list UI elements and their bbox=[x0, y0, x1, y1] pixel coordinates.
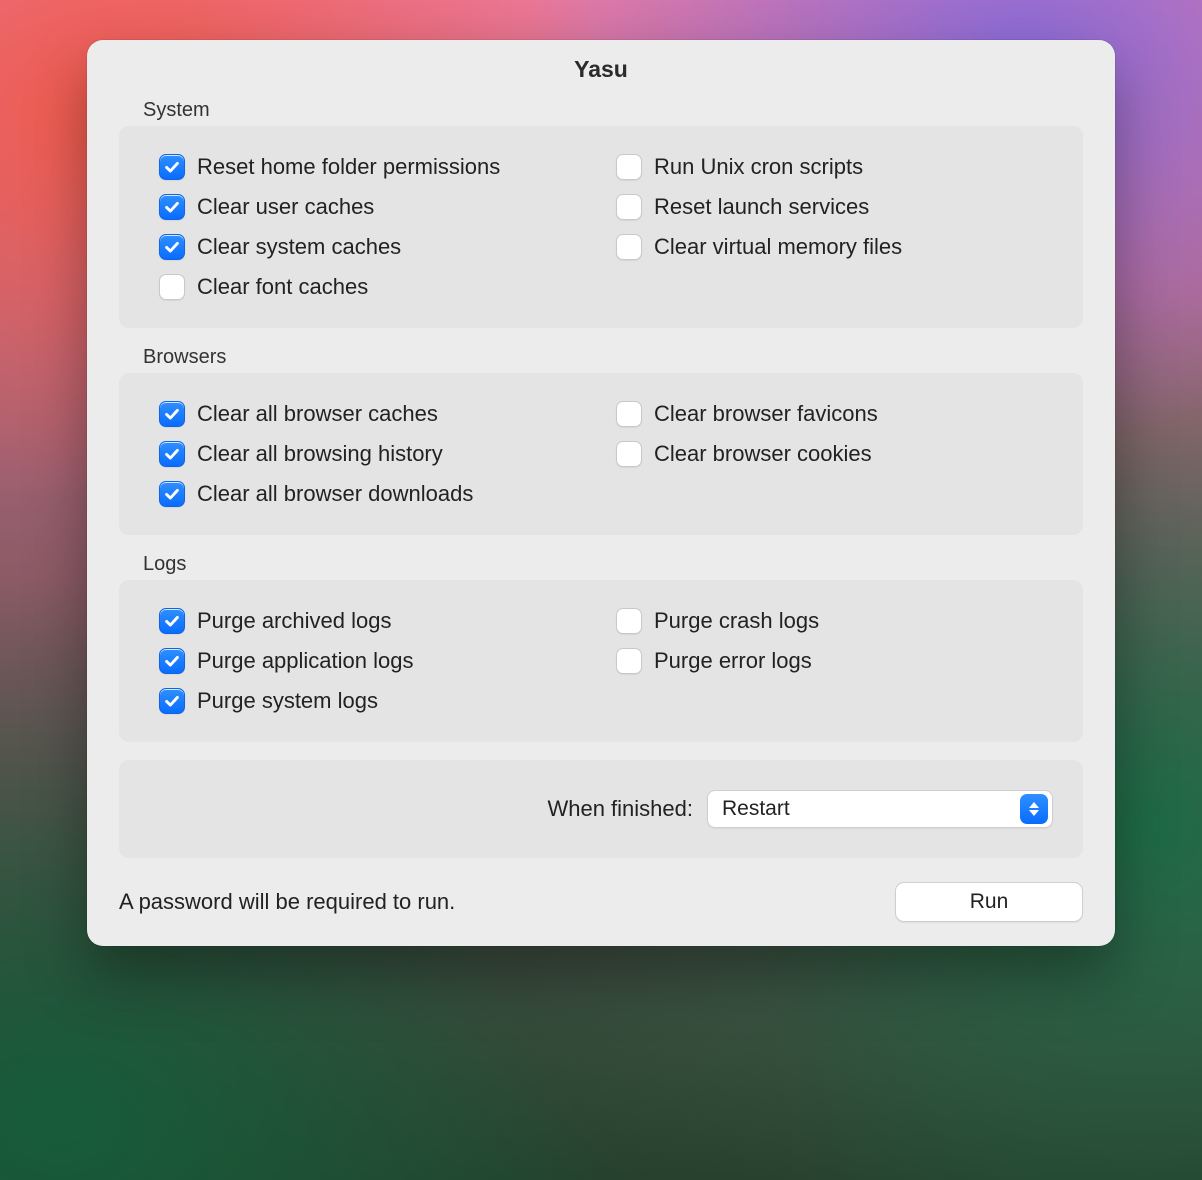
checkbox-row-clear-browser-cookies: Clear browser cookies bbox=[616, 441, 1053, 467]
checkbox-clear-font-caches[interactable] bbox=[159, 274, 185, 300]
checkbox-row-clear-font-caches: Clear font caches bbox=[159, 274, 596, 300]
checkbox-label: Purge system logs bbox=[197, 688, 378, 714]
checkbox-label: Purge archived logs bbox=[197, 608, 391, 634]
checkbox-row-run-unix-cron: Run Unix cron scripts bbox=[616, 154, 1053, 180]
when-finished-label: When finished: bbox=[547, 796, 693, 822]
checkbox-row-reset-launch-services: Reset launch services bbox=[616, 194, 1053, 220]
section-label-system: System bbox=[143, 99, 1115, 122]
checkbox-label: Run Unix cron scripts bbox=[654, 154, 863, 180]
checkbox-label: Reset home folder permissions bbox=[197, 154, 500, 180]
run-button[interactable]: Run bbox=[895, 882, 1083, 922]
checkbox-row-reset-home-perms: Reset home folder permissions bbox=[159, 154, 596, 180]
checkbox-row-purge-crash-logs: Purge crash logs bbox=[616, 608, 1053, 634]
checkbox-row-purge-system-logs: Purge system logs bbox=[159, 688, 596, 714]
checkbox-label: Clear browser cookies bbox=[654, 441, 872, 467]
checkbox-label: Clear virtual memory files bbox=[654, 234, 902, 260]
checkbox-purge-application-logs[interactable] bbox=[159, 648, 185, 674]
checkbox-label: Clear system caches bbox=[197, 234, 401, 260]
checkbox-row-clear-system-caches: Clear system caches bbox=[159, 234, 596, 260]
checkbox-label: Clear all browser downloads bbox=[197, 481, 473, 507]
group-when-finished: When finished: Restart bbox=[119, 760, 1083, 858]
section-label-browsers: Browsers bbox=[143, 346, 1115, 369]
checkbox-label: Clear browser favicons bbox=[654, 401, 878, 427]
when-finished-selected-value: Restart bbox=[722, 797, 790, 821]
checkbox-row-purge-application-logs: Purge application logs bbox=[159, 648, 596, 674]
checkbox-row-clear-browser-favicons: Clear browser favicons bbox=[616, 401, 1053, 427]
footer: A password will be required to run. Run bbox=[119, 882, 1083, 922]
group-browsers: Clear all browser caches Clear all brows… bbox=[119, 373, 1083, 535]
checkbox-purge-system-logs[interactable] bbox=[159, 688, 185, 714]
checkbox-reset-home-perms[interactable] bbox=[159, 154, 185, 180]
checkbox-label: Clear all browsing history bbox=[197, 441, 443, 467]
checkbox-clear-browser-cookies[interactable] bbox=[616, 441, 642, 467]
checkbox-row-clear-user-caches: Clear user caches bbox=[159, 194, 596, 220]
checkbox-purge-error-logs[interactable] bbox=[616, 648, 642, 674]
window-title: Yasu bbox=[87, 40, 1115, 93]
checkbox-label: Clear font caches bbox=[197, 274, 368, 300]
checkbox-purge-archived-logs[interactable] bbox=[159, 608, 185, 634]
checkbox-row-clear-browser-downloads: Clear all browser downloads bbox=[159, 481, 596, 507]
group-system: Reset home folder permissions Clear user… bbox=[119, 126, 1083, 328]
password-note: A password will be required to run. bbox=[119, 889, 455, 915]
checkbox-row-purge-archived-logs: Purge archived logs bbox=[159, 608, 596, 634]
checkbox-reset-launch-services[interactable] bbox=[616, 194, 642, 220]
checkbox-row-purge-error-logs: Purge error logs bbox=[616, 648, 1053, 674]
checkbox-label: Clear all browser caches bbox=[197, 401, 438, 427]
checkbox-clear-system-caches[interactable] bbox=[159, 234, 185, 260]
section-label-logs: Logs bbox=[143, 553, 1115, 576]
checkbox-label: Purge application logs bbox=[197, 648, 413, 674]
select-caret-icon bbox=[1020, 794, 1048, 824]
checkbox-label: Reset launch services bbox=[654, 194, 869, 220]
yasu-window: Yasu System Reset home folder permission… bbox=[87, 40, 1115, 946]
checkbox-label: Purge crash logs bbox=[654, 608, 819, 634]
checkbox-label: Purge error logs bbox=[654, 648, 812, 674]
checkbox-row-clear-browser-caches: Clear all browser caches bbox=[159, 401, 596, 427]
checkbox-row-clear-vm-files: Clear virtual memory files bbox=[616, 234, 1053, 260]
checkbox-clear-user-caches[interactable] bbox=[159, 194, 185, 220]
checkbox-clear-browsing-history[interactable] bbox=[159, 441, 185, 467]
checkbox-clear-browser-downloads[interactable] bbox=[159, 481, 185, 507]
group-logs: Purge archived logs Purge application lo… bbox=[119, 580, 1083, 742]
checkbox-row-clear-browsing-history: Clear all browsing history bbox=[159, 441, 596, 467]
checkbox-clear-vm-files[interactable] bbox=[616, 234, 642, 260]
when-finished-select[interactable]: Restart bbox=[707, 790, 1053, 828]
checkbox-clear-browser-caches[interactable] bbox=[159, 401, 185, 427]
checkbox-label: Clear user caches bbox=[197, 194, 374, 220]
checkbox-clear-browser-favicons[interactable] bbox=[616, 401, 642, 427]
checkbox-purge-crash-logs[interactable] bbox=[616, 608, 642, 634]
checkbox-run-unix-cron[interactable] bbox=[616, 154, 642, 180]
